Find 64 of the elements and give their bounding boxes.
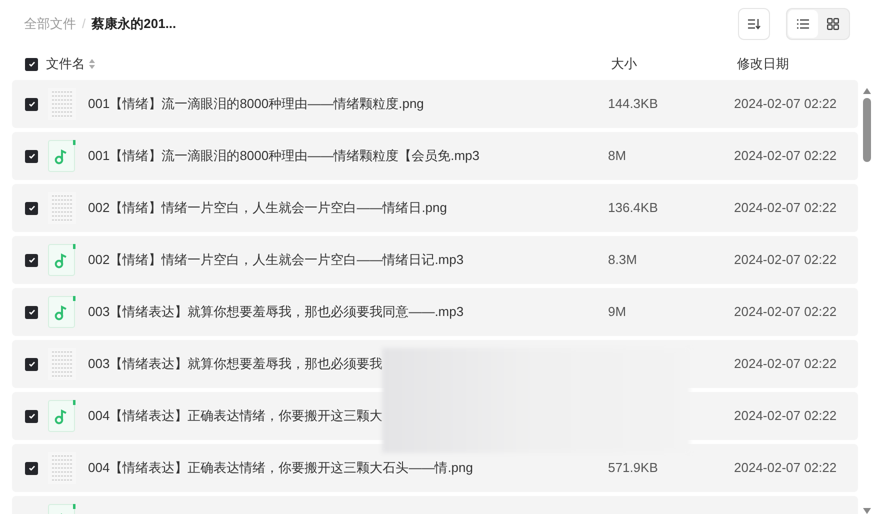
modified-date: 2024-02-07 02:22 bbox=[734, 303, 837, 322]
sort-icon bbox=[747, 18, 761, 30]
file-row[interactable]: 002【情绪】情绪一片空白，人生就会一片空白——情绪日.png 136.4KB 2024-02-07 02:22 bbox=[12, 184, 858, 232]
modified-date: 2024-02-07 02:22 bbox=[734, 251, 837, 270]
file-name: 003【情绪表达】就算你想要羞辱我，那也必须要我 bbox=[88, 356, 383, 372]
sort-arrows-icon bbox=[89, 59, 95, 69]
file-row[interactable]: 002【情绪】情绪一片空白，人生就会一片空白——情绪日记.mp3 8.3M 2024-02-07 02:22 bbox=[12, 236, 858, 284]
checkbox[interactable] bbox=[25, 98, 38, 110]
audio-file-icon bbox=[48, 244, 76, 276]
checkbox[interactable] bbox=[25, 202, 38, 214]
checkmark-icon bbox=[28, 360, 36, 368]
file-size: 8.3M bbox=[608, 252, 637, 268]
grid-icon bbox=[827, 18, 839, 30]
breadcrumb-current: 蔡康永的201... bbox=[92, 15, 176, 34]
scrollbar-thumb[interactable] bbox=[863, 98, 871, 162]
checkbox[interactable] bbox=[25, 254, 38, 266]
file-name: 002【情绪】情绪一片空白，人生就会一片空白——情绪日记.mp3 bbox=[88, 252, 464, 268]
file-size: 571.9KB bbox=[608, 460, 658, 476]
file-name: 004【情绪表达】正确表达情绪，你要搬开这三颗大 bbox=[88, 408, 383, 424]
checkmark-icon bbox=[28, 256, 36, 264]
column-header[interactable]: 修改日期 bbox=[737, 54, 789, 74]
checkbox[interactable] bbox=[25, 58, 38, 70]
file-row[interactable]: 001【情绪】流一滴眼泪的8000种理由——情绪颗粒度.png 144.3KB 2024-02-07 02:22 bbox=[12, 80, 858, 128]
checkmark-icon bbox=[28, 100, 36, 108]
file-row[interactable]: 003【情绪表达】就算你想要羞辱我，那也必须要我同意——.mp3 9M 2024-02-07 02:22 bbox=[12, 288, 858, 336]
file-name: 004【情绪表达】正确表达情绪，你要搬开这三颗大石头——情.png bbox=[88, 460, 473, 476]
checkbox[interactable] bbox=[25, 150, 38, 162]
scroll-up-icon[interactable] bbox=[863, 88, 871, 94]
list-icon bbox=[797, 19, 809, 29]
audio-file-icon bbox=[48, 140, 76, 172]
checkbox[interactable] bbox=[25, 358, 38, 370]
checkmark-icon bbox=[28, 308, 36, 316]
modified-date: 2024-02-07 02:22 bbox=[734, 355, 837, 374]
file-row[interactable]: 001【情绪】流一滴眼泪的8000种理由——情绪颗粒度【会员免.mp3 8M 2024-02-07 02:22 bbox=[12, 132, 858, 180]
checkbox[interactable] bbox=[25, 410, 38, 422]
checkmark-icon bbox=[28, 464, 36, 472]
modified-date: 2024-02-07 02:22 bbox=[734, 95, 837, 114]
checkmark-icon bbox=[28, 412, 36, 420]
column-header[interactable]: 大小 bbox=[611, 54, 637, 74]
breadcrumb-separator: / bbox=[82, 15, 86, 34]
audio-file-icon bbox=[48, 296, 76, 328]
file-name: 001【情绪】流一滴眼泪的8000种理由——情绪颗粒度【会员免.mp3 bbox=[88, 148, 480, 164]
audio-file-icon bbox=[48, 400, 76, 432]
file-size: 144.3KB bbox=[608, 96, 658, 112]
checkmark-icon bbox=[28, 152, 36, 160]
file-size: 136.4KB bbox=[608, 200, 658, 216]
scroll-down-icon[interactable] bbox=[863, 508, 871, 514]
modified-date: 2024-02-07 02:22 bbox=[734, 459, 837, 478]
list-view-button[interactable] bbox=[788, 10, 818, 38]
file-name: 001【情绪】流一滴眼泪的8000种理由——情绪颗粒度.png bbox=[88, 96, 424, 112]
checkmark-icon bbox=[28, 204, 36, 212]
file-name: 003【情绪表达】就算你想要羞辱我，那也必须要我同意——.mp3 bbox=[88, 304, 464, 320]
file-size: 9M bbox=[608, 304, 626, 320]
file-size: 8M bbox=[608, 148, 626, 164]
checkbox[interactable] bbox=[25, 462, 38, 474]
file-name: 002【情绪】情绪一片空白，人生就会一片空白——情绪日.png bbox=[88, 200, 447, 216]
modified-date: 2024-02-07 02:22 bbox=[734, 199, 837, 218]
sort-button[interactable] bbox=[738, 8, 770, 40]
column-header[interactable]: 文件名 bbox=[46, 54, 95, 74]
modified-date: 2024-02-07 02:22 bbox=[734, 407, 837, 426]
checkmark-icon bbox=[28, 60, 36, 68]
file-row[interactable]: 004【情绪表达】正确表达情绪，你要搬开这三颗大石头——情.png 571.9KB 2024-02-07 02:22 bbox=[12, 444, 858, 492]
checkbox[interactable] bbox=[25, 306, 38, 318]
modified-date: 2024-02-07 02:22 bbox=[734, 147, 837, 166]
